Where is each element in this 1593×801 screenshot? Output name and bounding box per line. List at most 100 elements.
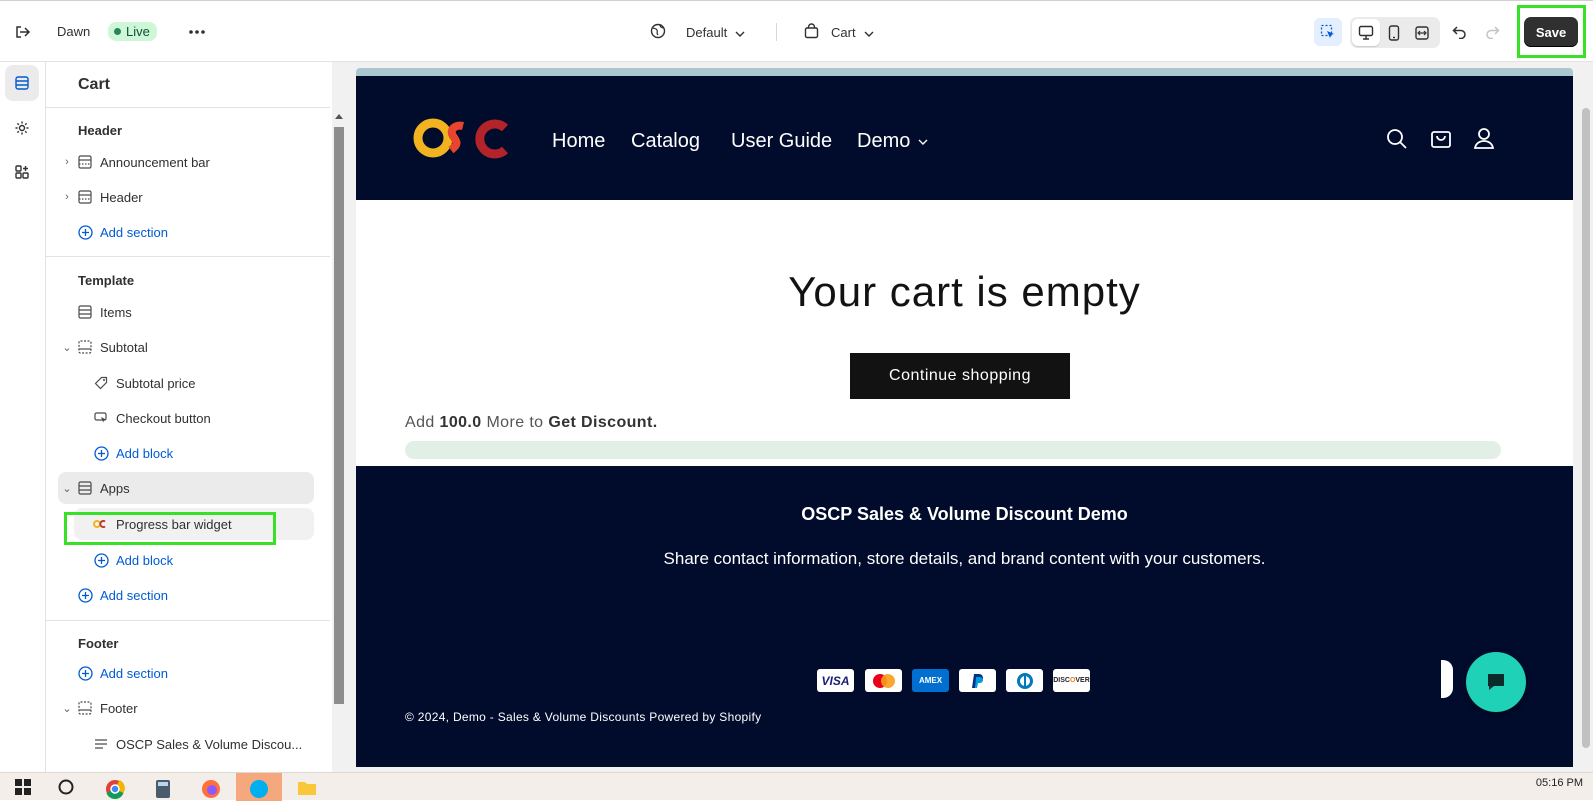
desktop-view-button[interactable]: [1352, 19, 1380, 46]
taskbar-file-explorer[interactable]: [284, 773, 330, 801]
search-icon: [1387, 129, 1407, 149]
chat-bubble-icon: [1488, 674, 1504, 690]
preview-scrollbar[interactable]: [1579, 68, 1593, 767]
sidebar-divider: [46, 256, 330, 257]
block-label: OSCP Sales & Volume Discou...: [116, 736, 303, 752]
start-button[interactable]: [0, 773, 46, 801]
store-search-button[interactable]: [1386, 128, 1408, 155]
block-subtotal-price[interactable]: Subtotal price: [74, 367, 334, 399]
chevron-down-icon: ⌄: [62, 702, 72, 715]
topbar-divider: [776, 23, 777, 41]
footer-title: OSCP Sales & Volume Discount Demo: [801, 504, 1128, 524]
search-icon: [58, 779, 74, 795]
expand-icon: [1415, 25, 1429, 40]
section-header[interactable]: › Header: [58, 181, 318, 213]
viewport-group: [1350, 17, 1440, 48]
progress-widget-highlight: [64, 512, 276, 545]
section-label: Subtotal: [100, 339, 148, 355]
taskbar-skype[interactable]: [236, 773, 282, 801]
fullwidth-view-button[interactable]: [1408, 19, 1436, 46]
store-account-button[interactable]: [1473, 127, 1495, 154]
paypal-icon: [959, 669, 996, 692]
sidebar-title: Cart: [78, 76, 111, 93]
section-label: Announcement bar: [100, 154, 210, 170]
rail-settings-button[interactable]: [5, 110, 39, 146]
redo-icon: [1478, 18, 1506, 46]
store-logo[interactable]: [411, 114, 511, 167]
sidebar-scrollbar[interactable]: [332, 62, 346, 772]
block-checkout-button[interactable]: Checkout button: [74, 402, 334, 434]
sidebar-divider: [46, 620, 330, 621]
mobile-view-button[interactable]: [1380, 19, 1408, 46]
preview-scroll-thumb[interactable]: [1582, 108, 1590, 748]
taskbar-calculator[interactable]: [140, 773, 186, 801]
gear-icon: [15, 121, 29, 135]
inspector-toggle-button[interactable]: [1314, 18, 1342, 46]
apps-icon: [15, 165, 29, 179]
chat-button[interactable]: [1466, 652, 1526, 712]
taskbar-search-button[interactable]: [44, 773, 90, 801]
rail-sections-button[interactable]: [5, 65, 39, 101]
add-section-header-button[interactable]: Add section: [58, 216, 318, 248]
sidebar-scroll-thumb[interactable]: [334, 127, 344, 704]
text-lines-icon: [92, 735, 110, 753]
redo-button[interactable]: [1478, 18, 1506, 46]
section-layout-icon: [76, 153, 94, 171]
add-section-template-button[interactable]: Add section: [58, 579, 318, 611]
section-announcement-bar[interactable]: › Announcement bar: [58, 146, 318, 178]
group-header-label: Header: [78, 123, 123, 138]
editor-topbar: Dawn Live Default Cart Save: [0, 0, 1593, 62]
template-selector[interactable]: Default: [650, 23, 745, 42]
section-label: Apps: [100, 480, 130, 496]
select-cursor-icon: [1314, 18, 1342, 46]
section-footer-icon: [76, 699, 94, 717]
block-footer-text[interactable]: OSCP Sales & Volume Discou...: [74, 728, 334, 760]
amex-icon: AMEX: [912, 669, 949, 692]
taskbar-clock: 05:16 PM: [1535, 777, 1583, 789]
continue-shopping-button[interactable]: Continue shopping: [850, 353, 1070, 399]
section-footer[interactable]: ⌄ Footer: [58, 692, 318, 724]
nav-demo[interactable]: Demo: [857, 130, 928, 153]
diners-club-icon: [1006, 669, 1043, 692]
group-footer-label: Footer: [78, 636, 119, 651]
sections-sidebar: Cart Header › Announcement bar › Header …: [46, 62, 346, 772]
announcement-bar: [356, 68, 1573, 76]
store-cart-button[interactable]: [1430, 127, 1452, 154]
add-block-apps-button[interactable]: Add block: [74, 544, 334, 576]
taskbar-firefox[interactable]: [188, 773, 234, 801]
more-actions-button[interactable]: [183, 18, 211, 46]
chevron-right-icon: ›: [65, 191, 69, 203]
undo-button[interactable]: [1446, 18, 1474, 46]
preview-frame: Home Catalog User Guide Demo Your cart i…: [356, 68, 1573, 767]
add-section-label: Add section: [100, 665, 168, 681]
footer-description: Share contact information, store details…: [663, 549, 1266, 568]
add-section-footer-button[interactable]: Add section: [58, 657, 318, 689]
taskbar-chrome[interactable]: [92, 773, 138, 801]
ellipsis-icon: [183, 18, 211, 46]
osc-logo-icon: [413, 118, 509, 159]
page-selector[interactable]: Cart: [804, 23, 874, 42]
live-badge-label: Live: [126, 24, 150, 39]
section-rows-icon: [76, 479, 94, 497]
nav-user-guide[interactable]: User Guide: [731, 130, 832, 153]
section-apps[interactable]: ⌄ Apps: [58, 472, 314, 504]
exit-icon: [8, 18, 36, 46]
plus-circle-icon: [92, 551, 110, 569]
nav-home[interactable]: Home: [552, 130, 605, 153]
windows-icon: [15, 779, 31, 795]
section-subtotal[interactable]: ⌄ Subtotal: [58, 331, 318, 363]
chrome-icon: [106, 780, 125, 799]
nav-catalog[interactable]: Catalog: [631, 130, 700, 153]
add-block-subtotal-button[interactable]: Add block: [74, 437, 334, 469]
rail-apps-button[interactable]: [5, 154, 39, 190]
chevron-right-icon: ›: [65, 156, 69, 168]
editor-rail: [0, 62, 46, 772]
section-label: Items: [100, 304, 132, 320]
store-preview: Home Catalog User Guide Demo Your cart i…: [346, 62, 1593, 772]
exit-button[interactable]: [8, 18, 36, 46]
scroll-up-arrow-icon[interactable]: [335, 114, 343, 119]
section-items[interactable]: Items: [58, 296, 318, 328]
calculator-icon: [156, 780, 170, 798]
plus-circle-icon: [92, 444, 110, 462]
section-subtotal-icon: [76, 338, 94, 356]
